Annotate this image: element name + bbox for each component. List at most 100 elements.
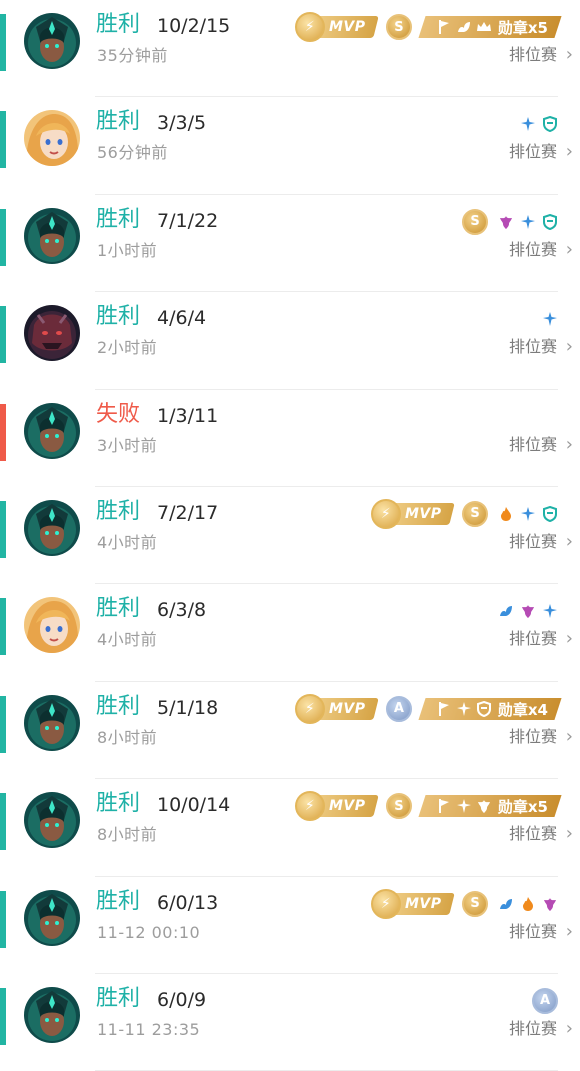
match-time: 3小时前 [97, 435, 158, 455]
kda-score: 1/3/11 [157, 404, 219, 427]
match-time: 2小时前 [97, 338, 158, 358]
achievement-icons [542, 311, 558, 327]
chevron-right-icon[interactable]: › [566, 43, 573, 67]
kda-score: 10/2/15 [157, 15, 231, 37]
medal-badge: 勋章x5 [418, 16, 562, 38]
mvp-label: MVP [329, 700, 366, 717]
match-row[interactable]: 胜利 7/2/17 4小时前 排位赛 › ⚡ MVP S [0, 487, 580, 585]
mvp-badge: ⚡ MVP [295, 693, 379, 724]
mvp-label: MVP [329, 798, 366, 815]
game-mode: 排位赛 [508, 531, 557, 551]
flower-icon [476, 798, 492, 814]
badge-group [542, 304, 558, 334]
mvp-badge: ⚡ MVP [371, 888, 455, 919]
shield-icon [542, 116, 558, 133]
hero-avatar [24, 207, 80, 264]
win-indicator-bar [0, 306, 6, 364]
hero-avatar [24, 889, 80, 946]
match-row[interactable]: 胜利 7/1/22 1小时前 排位赛 › S [0, 195, 580, 293]
match-result: 胜利 [96, 791, 141, 817]
sword-icon [456, 701, 472, 717]
hero-avatar [24, 792, 80, 849]
match-row[interactable]: 胜利 5/1/18 8小时前 排位赛 › ⚡ MVP A 勋章x4 [0, 682, 580, 780]
rank-grade-badge: S [385, 793, 412, 820]
kda-score: 6/0/9 [157, 988, 207, 1011]
game-mode: 排位赛 [508, 726, 557, 746]
game-mode: 排位赛 [508, 434, 557, 454]
win-indicator-bar [0, 111, 6, 169]
hero-avatar [24, 597, 80, 654]
lightning-icon: ⚡ [371, 888, 402, 919]
match-row[interactable]: 胜利 6/3/8 4小时前 排位赛 › [0, 584, 580, 682]
kda-score: 6/3/8 [157, 599, 207, 622]
chevron-right-icon[interactable]: › [566, 1017, 573, 1041]
chevron-right-icon[interactable]: › [566, 238, 573, 262]
game-mode: 排位赛 [508, 629, 557, 649]
achievement-icons [498, 603, 558, 619]
chevron-right-icon[interactable]: › [566, 627, 573, 651]
match-result: 胜利 [96, 888, 141, 914]
lightning-icon: ⚡ [295, 693, 326, 724]
win-indicator-bar [0, 208, 6, 266]
hero-avatar [24, 694, 80, 751]
rank-grade-badge: S [462, 208, 488, 235]
badge-group [498, 596, 558, 626]
flower-icon [542, 896, 558, 912]
match-row[interactable]: 胜利 10/2/15 35分钟前 排位赛 › ⚡ MVP S 勋章x5 [0, 0, 580, 98]
rank-grade-badge: A [532, 987, 558, 1014]
lotus-icon [456, 19, 472, 35]
match-result: 胜利 [96, 304, 141, 330]
match-row[interactable]: 胜利 4/6/4 2小时前 排位赛 › [0, 292, 580, 390]
flower-icon [520, 603, 536, 619]
win-indicator-bar [0, 14, 6, 71]
loss-indicator-bar [0, 403, 6, 461]
flag-icon [436, 798, 452, 814]
kda-score: 4/6/4 [157, 307, 207, 330]
lightning-icon: ⚡ [371, 498, 402, 529]
medal-count: 勋章x4 [497, 700, 548, 719]
sword-icon [520, 116, 536, 132]
mvp-badge: ⚡ MVP [295, 791, 379, 822]
badge-group: ⚡ MVP S 勋章x5 [293, 12, 562, 42]
chevron-right-icon[interactable]: › [566, 433, 573, 457]
badge-group: S [462, 207, 558, 237]
chevron-right-icon[interactable]: › [566, 335, 573, 359]
win-indicator-bar [0, 598, 6, 656]
game-mode: 排位赛 [508, 239, 557, 259]
win-indicator-bar [0, 695, 6, 753]
flag-icon [436, 701, 452, 717]
match-row[interactable]: 失败 1/3/11 3小时前 排位赛 › [0, 390, 580, 487]
sword-icon [542, 603, 558, 619]
chevron-right-icon[interactable]: › [566, 920, 573, 944]
chevron-right-icon[interactable]: › [566, 725, 573, 749]
medal-icons [436, 19, 492, 35]
kda-score: 5/1/18 [157, 696, 219, 719]
flag-icon [436, 19, 452, 35]
badge-group: ⚡ MVP S 勋章x5 [293, 791, 562, 822]
medal-icons [436, 700, 492, 717]
match-row[interactable]: 胜利 10/0/14 8小时前 排位赛 › ⚡ MVP S 勋章x5 [0, 779, 580, 877]
match-result: 失败 [96, 401, 141, 427]
lightning-icon: ⚡ [295, 12, 326, 42]
chevron-right-icon[interactable]: › [566, 530, 573, 554]
match-row[interactable]: 胜利 6/0/9 11-11 23:35 排位赛 › A [0, 974, 580, 1071]
match-result: 胜利 [96, 985, 141, 1011]
match-row[interactable]: 胜利 6/0/13 11-12 00:10 排位赛 › ⚡ MVP S [0, 877, 580, 974]
match-time: 8小时前 [97, 825, 158, 845]
fire-icon [498, 506, 514, 522]
game-mode: 排位赛 [508, 142, 557, 162]
medal-badge: 勋章x5 [418, 795, 562, 818]
chevron-right-icon[interactable]: › [566, 822, 573, 846]
match-time: 35分钟前 [97, 46, 168, 65]
hero-avatar [24, 110, 80, 167]
match-result: 胜利 [96, 596, 141, 622]
chevron-right-icon[interactable]: › [566, 140, 573, 164]
mvp-badge: ⚡ MVP [295, 12, 379, 42]
sword-icon [456, 798, 472, 814]
hero-avatar [24, 305, 80, 362]
match-time: 11-11 23:35 [97, 1019, 201, 1039]
match-row[interactable]: 胜利 3/3/5 56分钟前 排位赛 › [0, 97, 580, 195]
win-indicator-bar [0, 890, 6, 948]
match-time: 1小时前 [97, 240, 158, 260]
win-indicator-bar [0, 987, 6, 1045]
